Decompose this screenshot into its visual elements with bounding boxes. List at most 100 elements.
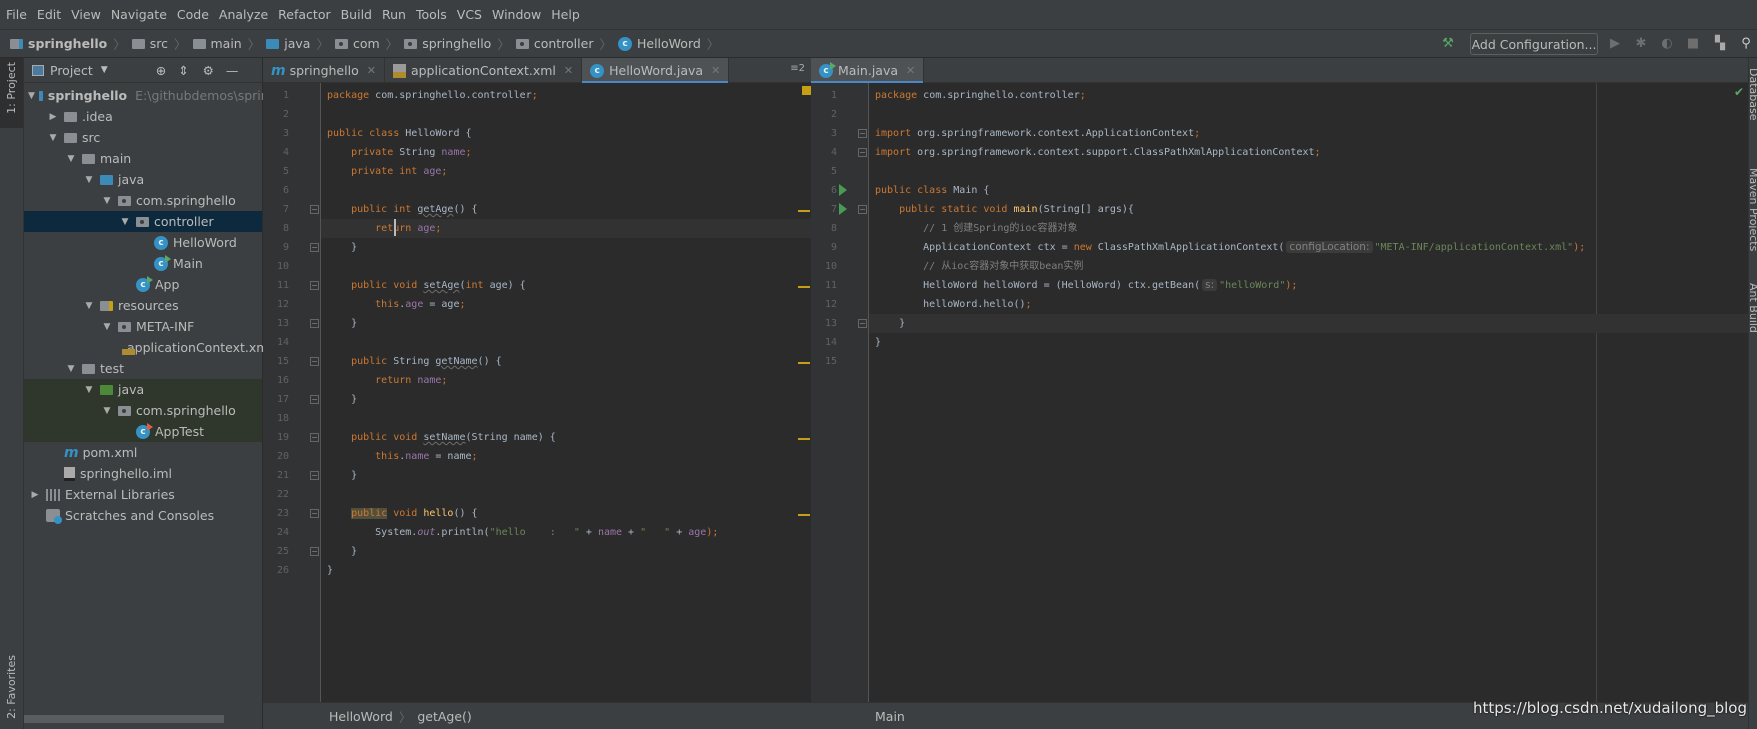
code-line[interactable]: package com.springhello.controller; (869, 86, 1748, 105)
code-line[interactable] (321, 333, 811, 352)
tree-item-resources[interactable]: ▼ resources (24, 295, 262, 316)
tree-item-external-libraries[interactable]: ▶ External Libraries (24, 484, 262, 505)
project-view-selector[interactable]: Project (50, 63, 93, 78)
breadcrumb-item[interactable]: java 〉 (266, 34, 329, 53)
breadcrumb-item[interactable]: springhello 〉 (10, 34, 126, 53)
expanded-arrow-icon[interactable]: ▼ (100, 406, 114, 416)
tree-item-applicationcontext-xml[interactable]: applicationContext.xml (24, 337, 272, 358)
locate-icon[interactable]: ⊕ (156, 63, 166, 78)
code-line[interactable]: public void hello() { (321, 504, 811, 523)
warning-stripe-mark[interactable] (798, 210, 810, 212)
warning-stripe-mark[interactable] (798, 438, 810, 440)
tree-item-apptest[interactable]: c AppTest (24, 421, 262, 442)
code-line[interactable]: import org.springframework.context.suppo… (869, 143, 1748, 162)
warning-stripe-mark[interactable] (798, 286, 810, 288)
tree-item-test[interactable]: ▼ test (24, 358, 262, 379)
stop-icon[interactable]: ■ (1685, 36, 1701, 52)
fold-marker-icon[interactable]: − (858, 129, 867, 138)
code-line[interactable]: } (321, 314, 811, 333)
run-icon[interactable]: ▶ (1607, 36, 1623, 52)
editor-breadcrumb-item[interactable]: HelloWord (329, 709, 393, 724)
editor-breadcrumb-item[interactable]: Main (875, 709, 905, 724)
tree-item-controller[interactable]: ▼ controller (24, 211, 262, 232)
expanded-arrow-icon[interactable]: ▼ (100, 196, 114, 206)
editor-breadcrumb-item[interactable]: getAge() (417, 709, 471, 724)
collapsed-arrow-icon[interactable]: ▶ (28, 490, 42, 500)
expanded-arrow-icon[interactable]: ▼ (82, 175, 96, 185)
menu-tools[interactable]: Tools (416, 7, 447, 22)
menu-help[interactable]: Help (551, 7, 580, 22)
tree-item-main[interactable]: c Main (24, 253, 262, 274)
fold-marker-icon[interactable]: − (310, 205, 319, 214)
code-line[interactable]: import org.springframework.context.Appli… (869, 124, 1748, 143)
fold-marker-icon[interactable]: − (310, 547, 319, 556)
code-line[interactable]: package com.springhello.controller; (321, 86, 811, 105)
database-tool-label[interactable]: Database (1749, 68, 1757, 121)
code-line[interactable] (321, 485, 811, 504)
horizontal-scrollbar[interactable] (24, 715, 224, 723)
close-tab-icon[interactable]: ✕ (906, 64, 915, 77)
code-line[interactable]: } (321, 561, 811, 580)
run-gutter-icon[interactable] (839, 184, 847, 196)
project-tool-label[interactable]: 1: Project (5, 62, 18, 114)
tree-item-pom-xml[interactable]: m pom.xml (24, 442, 262, 463)
menu-edit[interactable]: Edit (37, 7, 61, 22)
code-line[interactable]: ApplicationContext ctx = new ClassPathXm… (869, 238, 1748, 257)
tree-item--idea[interactable]: ▶ .idea (24, 106, 262, 127)
tab-main-java[interactable]: c Main.java ✕ (811, 58, 925, 84)
tree-item-helloword[interactable]: c HelloWord (24, 232, 262, 253)
code-line[interactable]: private String name; (321, 143, 811, 162)
code-line[interactable]: this.age = age; (321, 295, 811, 314)
breadcrumb-item[interactable]: com 〉 (334, 34, 398, 53)
expanded-arrow-icon[interactable]: ▼ (118, 217, 132, 227)
tree-item-src[interactable]: ▼ src (24, 127, 262, 148)
fold-marker-icon[interactable]: − (310, 281, 319, 290)
breadcrumb-item[interactable]: src 〉 (131, 34, 187, 53)
coverage-icon[interactable]: ◐ (1659, 36, 1675, 52)
tree-item-main[interactable]: ▼ main (24, 148, 262, 169)
warning-stripe-mark[interactable] (798, 514, 810, 516)
fold-marker-icon[interactable]: − (310, 471, 319, 480)
code-line[interactable]: private int age; (321, 162, 811, 181)
code-line[interactable]: public static void main(String[] args){ (869, 200, 1748, 219)
code-line[interactable]: HelloWord helloWord = (HelloWord) ctx.ge… (869, 276, 1748, 295)
code-line[interactable]: } (321, 542, 811, 561)
code-line[interactable] (321, 409, 811, 428)
favorites-tool-label[interactable]: 2: Favorites (5, 655, 18, 719)
tab-overflow-button[interactable]: ≡2 (790, 63, 805, 74)
search-icon[interactable]: ⚲ (1738, 36, 1754, 52)
close-tab-icon[interactable]: ✕ (711, 64, 720, 77)
code-line[interactable]: } (321, 466, 811, 485)
code-line[interactable] (869, 352, 1748, 371)
warning-stripe-mark[interactable] (798, 362, 810, 364)
tab-helloword-java[interactable]: c HelloWord.java ✕ (582, 58, 730, 84)
menu-vcs[interactable]: VCS (457, 7, 482, 22)
fold-marker-icon[interactable]: − (310, 433, 319, 442)
code-line[interactable]: public int getAge() { (321, 200, 811, 219)
code-line[interactable] (321, 257, 811, 276)
project-structure-icon[interactable]: ▚ (1712, 36, 1728, 52)
tree-item-com-springhello[interactable]: ▼ com.springhello (24, 400, 262, 421)
menu-code[interactable]: Code (177, 7, 209, 22)
breadcrumb-item[interactable]: c HelloWord 〉 (617, 34, 719, 53)
fold-marker-icon[interactable]: − (310, 395, 319, 404)
project-tool-button[interactable]: 1: Project (0, 58, 23, 128)
code-line[interactable]: } (869, 314, 1748, 333)
expanded-arrow-icon[interactable]: ▼ (82, 385, 96, 395)
code-line[interactable] (869, 105, 1748, 124)
code-line[interactable]: } (869, 333, 1748, 352)
code-line[interactable]: helloWord.hello(); (869, 295, 1748, 314)
menu-view[interactable]: View (71, 7, 101, 22)
code-line[interactable]: } (321, 238, 811, 257)
expanded-arrow-icon[interactable]: ▼ (46, 133, 60, 143)
tree-item-meta-inf[interactable]: ▼ META-INF (24, 316, 262, 337)
chevron-down-icon[interactable]: ▼ (101, 65, 108, 75)
ant-build-tool-label[interactable]: Ant Build (1749, 283, 1757, 333)
add-configuration-button[interactable]: Add Configuration... (1470, 33, 1598, 55)
code-line[interactable]: } (321, 390, 811, 409)
expanded-arrow-icon[interactable]: ▼ (82, 301, 96, 311)
code-line[interactable]: // 从ioc容器对象中获取bean实例 (869, 257, 1748, 276)
menu-refactor[interactable]: Refactor (278, 7, 330, 22)
code-line[interactable]: public class Main { (869, 181, 1748, 200)
hide-icon[interactable]: — (226, 63, 239, 78)
